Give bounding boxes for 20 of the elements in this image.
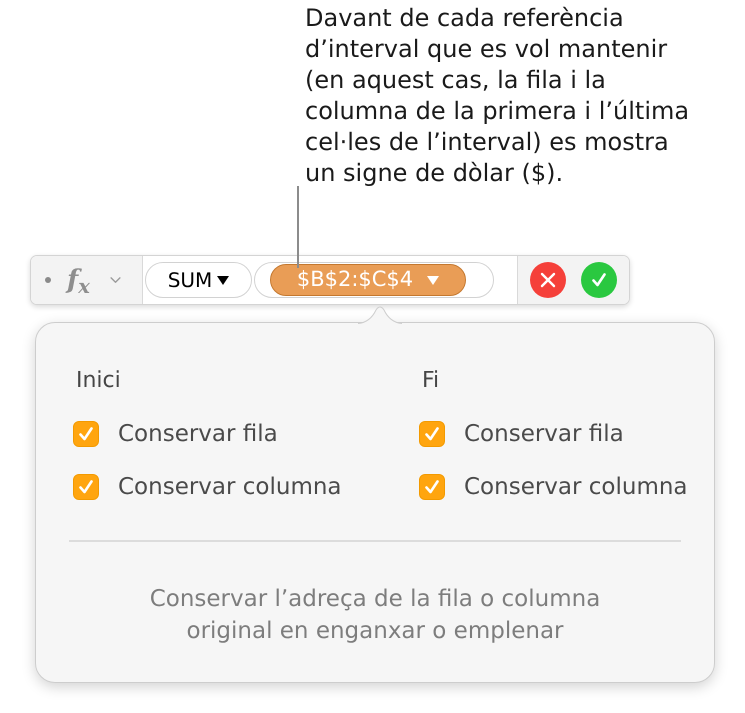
checkbox-option[interactable]: Conservar columna — [73, 460, 342, 513]
checkbox[interactable] — [73, 474, 99, 500]
accept-button[interactable] — [581, 262, 617, 298]
column-heading: Inici — [76, 367, 121, 395]
close-icon — [540, 272, 556, 288]
checkbox[interactable] — [419, 420, 445, 446]
description-text: Conservar l’adreça de la fila o columna original en enganxar o emplenar — [148, 585, 602, 646]
chevron-down-icon — [110, 276, 121, 284]
checkbox-option[interactable]: Conservar columna — [419, 460, 688, 513]
function-symbol: f$_{x}$ — [67, 265, 90, 295]
cancel-button[interactable] — [530, 262, 566, 298]
checkbox-option[interactable]: Conservar fila — [73, 407, 278, 460]
function-token[interactable]: SUM — [145, 262, 252, 298]
checkbox[interactable] — [419, 474, 445, 500]
caret-icon — [427, 276, 440, 284]
caret-icon — [217, 276, 230, 284]
checkbox-option[interactable]: Conservar fila — [419, 407, 624, 460]
column-heading: Fi — [422, 367, 440, 395]
checkbox[interactable] — [73, 420, 99, 446]
callout-text: Davant de cada referència d’interval que es vol mantenir (en aquest cas, la fila i la columna de la primera i l’última cel·les de l’interval) es mostra un signe de dòlar ($). — [305, 3, 690, 189]
